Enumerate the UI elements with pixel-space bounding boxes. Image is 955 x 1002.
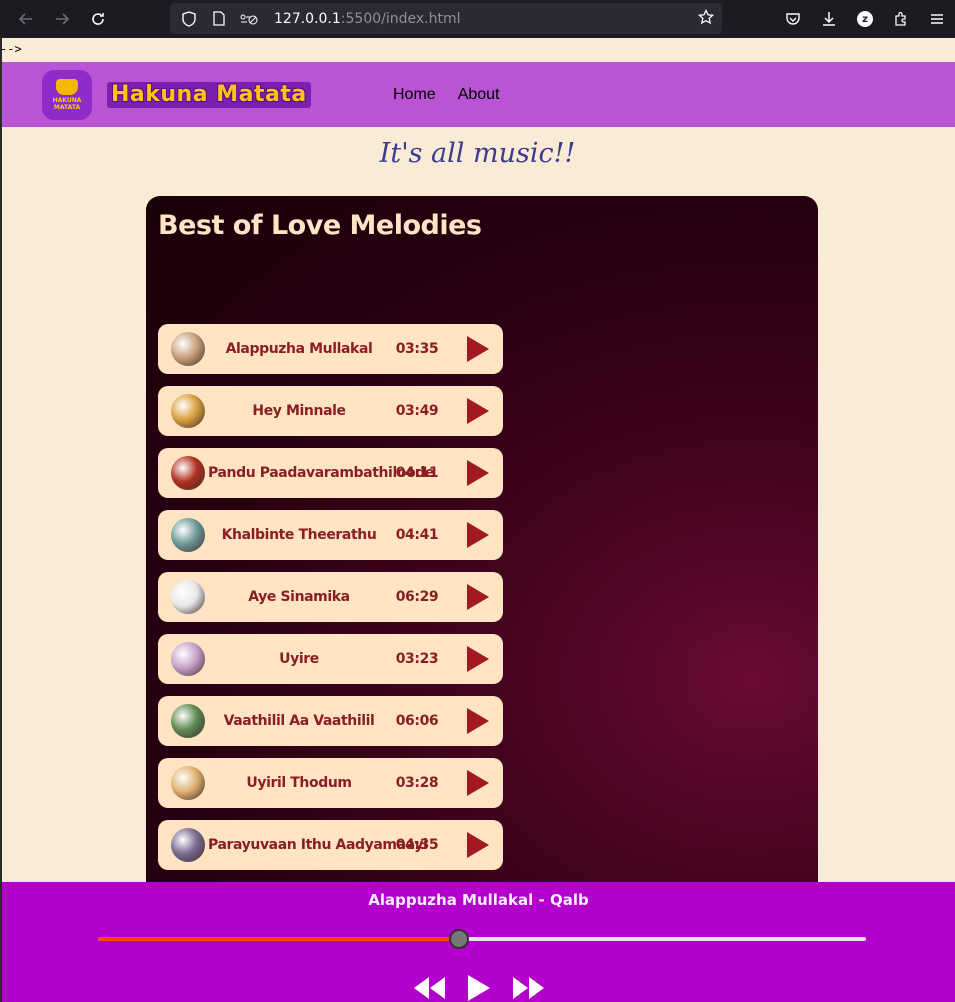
playlist-card: Best of Love Melodies Alappuzha Mullakal… (146, 196, 818, 886)
track-name: Hey Minnale (252, 403, 346, 419)
nav-home-link[interactable]: Home (393, 86, 436, 104)
track-duration: 03:49 (395, 403, 439, 419)
nav-about-link[interactable]: About (458, 86, 500, 104)
track-duration: 04:11 (395, 465, 439, 481)
track-thumbnail (171, 332, 205, 366)
progress-slider[interactable] (98, 929, 866, 949)
playlist-title: Best of Love Melodies (158, 210, 482, 241)
track-play-icon[interactable] (465, 522, 491, 548)
track-item[interactable]: Uyiril Thodum 03:28 (158, 758, 503, 808)
track-thumbnail (171, 456, 205, 490)
track-name: Parayuvaan Ithu Aadyamaayi (208, 837, 428, 853)
track-name: Aye Sinamika (248, 589, 350, 605)
logo-mascot-icon (56, 79, 78, 95)
track-thumbnail (171, 580, 205, 614)
permissions-icon[interactable] (238, 12, 260, 26)
track-duration: 03:35 (395, 341, 439, 357)
now-playing-title: Alappuzha Mullakal - Qalb (368, 891, 589, 909)
track-item[interactable]: Aye Sinamika 06:29 (158, 572, 503, 622)
track-play-icon[interactable] (465, 398, 491, 424)
track-duration: 03:28 (395, 775, 439, 791)
progress-thumb[interactable] (448, 929, 469, 949)
track-duration: 04:41 (395, 527, 439, 543)
track-play-icon[interactable] (465, 708, 491, 734)
track-thumbnail (171, 518, 205, 552)
track-play-icon[interactable] (465, 336, 491, 362)
track-item[interactable]: Khalbinte Theerathu 04:41 (158, 510, 503, 560)
track-list: Alappuzha Mullakal 03:35 Hey Minnale 03:49 P… (158, 324, 503, 882)
url-path: :5500/index.html (340, 10, 461, 27)
track-duration: 03:23 (395, 651, 439, 667)
player-bar: Alappuzha Mullakal - Qalb (2, 882, 955, 1002)
download-icon[interactable] (811, 1, 847, 37)
player-controls (2, 974, 955, 1002)
play-icon[interactable] (461, 974, 497, 1002)
stray-comment-text: --> (0, 42, 22, 56)
bookmark-star-icon[interactable] (697, 8, 715, 29)
extensions-icon[interactable] (883, 1, 919, 37)
main-nav: Home About (393, 86, 500, 104)
track-duration: 06:06 (395, 713, 439, 729)
track-play-icon[interactable] (465, 646, 491, 672)
track-item[interactable]: Pandu Paadavarambathiloode 04:11 (158, 448, 503, 498)
pocket-icon[interactable] (775, 1, 811, 37)
forward-icon[interactable] (44, 1, 80, 37)
track-item[interactable]: Hey Minnale 03:49 (158, 386, 503, 436)
track-name: Vaathilil Aa Vaathilil (223, 713, 375, 729)
site-header: HAKUNA MATATA Hakuna Matata Home About (2, 62, 955, 127)
track-play-icon[interactable] (465, 832, 491, 858)
brand-wordmark: Hakuna Matata (107, 82, 311, 108)
menu-icon[interactable] (919, 1, 955, 37)
track-duration: 04:35 (395, 837, 439, 853)
track-item[interactable]: Parayuvaan Ithu Aadyamaayi 04:35 (158, 820, 503, 870)
track-name: Alappuzha Mullakal (225, 341, 373, 357)
url-host: 127.0.0.1 (274, 10, 341, 27)
track-duration: 06:29 (395, 589, 439, 605)
address-bar[interactable]: 127.0.0.1:5500/index.html (170, 3, 722, 34)
track-thumbnail (171, 642, 205, 676)
previous-icon[interactable] (411, 974, 447, 1002)
account-icon[interactable]: z (847, 1, 883, 37)
reload-icon[interactable] (80, 1, 116, 37)
track-name: Khalbinte Theerathu (221, 527, 377, 543)
shield-icon[interactable] (178, 10, 200, 27)
track-name: Uyiril Thodum (246, 775, 352, 791)
browser-toolbar: 127.0.0.1:5500/index.html z (0, 0, 955, 38)
track-thumbnail (171, 828, 205, 862)
track-item[interactable]: Vaathilil Aa Vaathilil 06:06 (158, 696, 503, 746)
next-icon[interactable] (511, 974, 547, 1002)
logo-text: HAKUNA MATATA (52, 97, 82, 111)
track-item[interactable]: Uyire 03:23 (158, 634, 503, 684)
track-thumbnail (171, 704, 205, 738)
track-thumbnail (171, 766, 205, 800)
window-edge (0, 38, 2, 1002)
tagline: It's all music!! (379, 138, 576, 169)
page-icon (208, 11, 230, 26)
track-name: Pandu Paadavarambathiloode (208, 465, 435, 481)
track-play-icon[interactable] (465, 770, 491, 796)
track-play-icon[interactable] (465, 584, 491, 610)
url-text: 127.0.0.1:5500/index.html (274, 11, 461, 27)
site-logo[interactable]: HAKUNA MATATA (42, 70, 92, 120)
progress-fill (98, 937, 459, 941)
track-thumbnail (171, 394, 205, 428)
track-name: Uyire (279, 651, 319, 667)
track-item[interactable]: Alappuzha Mullakal 03:35 (158, 324, 503, 374)
back-icon[interactable] (8, 1, 44, 37)
track-play-icon[interactable] (465, 460, 491, 486)
